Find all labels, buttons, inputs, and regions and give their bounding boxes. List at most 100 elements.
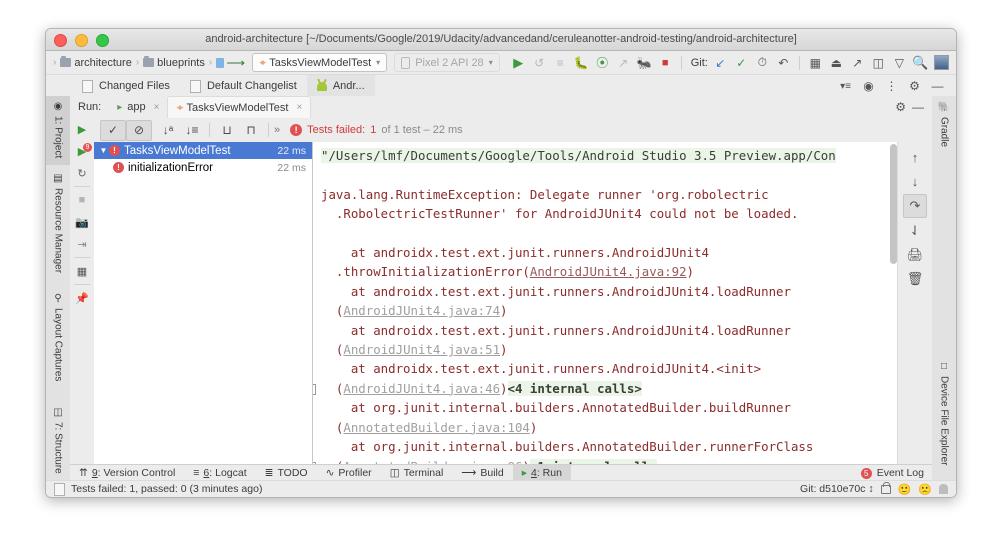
sync-gradle-icon[interactable]: ↗ — [847, 52, 868, 73]
tab-logcat[interactable]: ≡ 6: Logcat — [184, 465, 255, 481]
expand-collapse-icon[interactable]: ◉ — [858, 76, 879, 97]
breadcrumb-label: architecture — [74, 57, 131, 69]
export-test-results-icon[interactable]: ▦ — [70, 260, 94, 282]
breadcrumb-module[interactable] — [215, 58, 225, 68]
test-method-name: initializationError — [128, 162, 213, 174]
stack-frame-link[interactable]: AnnotatedBuilder.java:104 — [343, 420, 530, 435]
table-row[interactable]: ! initializationError 22 ms — [94, 159, 312, 176]
sad-face-icon[interactable]: 🙁 — [918, 483, 932, 496]
stack-frame-link[interactable]: AndroidJUnit4.java:46 — [343, 381, 500, 396]
search-icon[interactable]: 🔍 — [910, 52, 931, 73]
collapse-all-button[interactable]: ⊓ — [239, 121, 263, 140]
import-tests-icon[interactable]: ⇥ — [70, 233, 94, 255]
sort-alphabetically-button[interactable]: ↓ᵃ — [156, 121, 180, 140]
stack-frame-link[interactable]: AndroidJUnit4.java:92 — [530, 264, 687, 279]
tab-run[interactable]: ▸ 4: Run — [513, 465, 571, 481]
test-results-tree[interactable]: ▼ ! TasksViewModelTest 22 ms ! initializ… — [94, 142, 313, 465]
breadcrumb-architecture[interactable]: architecture — [59, 57, 132, 69]
sidebar-item-layout-captures[interactable]: ⚲ Layout Captures — [46, 288, 70, 399]
expand-internal-calls-icon[interactable]: + — [313, 384, 316, 395]
hide-icon[interactable]: — — [927, 76, 948, 97]
tab-version-control[interactable]: ⇈ 9: Version Control — [70, 465, 184, 481]
sidebar-item-device-file-explorer[interactable]: □ Device File Explorer — [932, 356, 956, 493]
avd-manager-icon[interactable]: ⏏ — [826, 52, 847, 73]
tab-build[interactable]: ⟶ Build — [452, 465, 512, 481]
sidebar-item-structure[interactable]: ◫ 7: Structure — [46, 402, 70, 491]
toolbar-overflow-button[interactable]: » — [274, 124, 280, 136]
sdk-manager-icon[interactable]: ▦ — [805, 52, 826, 73]
toggle-auto-test-icon[interactable]: ↻ — [70, 162, 94, 184]
scroll-to-end-button[interactable]: ⇃ — [904, 220, 926, 242]
settings-gear-icon[interactable]: ⚙ — [904, 76, 925, 97]
toggle-toolwindows-icon[interactable] — [54, 483, 65, 496]
build-hammer-icon: ⟶ — [461, 467, 476, 479]
soft-wrap-toggle[interactable]: ↷ — [903, 194, 927, 218]
apply-changes-icon[interactable]: ↺ — [529, 52, 550, 73]
run-with-coverage-icon[interactable]: 🐜 — [634, 52, 655, 73]
diff-icon[interactable]: ⋮ — [881, 76, 902, 97]
stop-icon[interactable]: ■ — [655, 52, 676, 73]
table-row[interactable]: ▼ ! TasksViewModelTest 22 ms — [94, 142, 312, 159]
changelist-tab-changed-files[interactable]: Changed Files — [72, 75, 180, 97]
hammer-icon[interactable]: ⟶ — [225, 52, 246, 73]
pin-tab-icon[interactable]: 📌 — [70, 287, 94, 309]
layout-inspector-icon[interactable]: ◫ — [868, 52, 889, 73]
test-output-console[interactable]: "/Users/lmf/Documents/Google/Tools/Andro… — [313, 142, 898, 465]
internal-calls-label[interactable]: <4 internal calls> — [508, 381, 642, 396]
toolbar-divider — [799, 56, 800, 70]
sidebar-item-project[interactable]: ◉ 1: Project — [46, 96, 70, 165]
sort-by-duration-button[interactable]: ↓≡ — [180, 121, 204, 140]
settings-gear-icon[interactable]: ⚙ — [895, 100, 906, 114]
tab-profiler[interactable]: ∿ Profiler — [317, 465, 381, 481]
rerun-failed-tests-icon[interactable]: ▶9 — [70, 140, 94, 162]
console-line: at org.junit.internal.builders.Annotated… — [313, 437, 898, 456]
console-scrollbar[interactable] — [890, 144, 897, 264]
profile-avatar-icon[interactable] — [931, 52, 952, 73]
happy-face-icon[interactable]: 🙂 — [898, 483, 912, 496]
breadcrumb-blueprints[interactable]: blueprints — [142, 57, 206, 69]
apply-code-changes-icon[interactable]: ≡ — [550, 52, 571, 73]
run-icon[interactable]: ▶ — [508, 52, 529, 73]
terminal-icon: ◫ — [390, 467, 400, 479]
git-branch-widget[interactable]: Git: d510e70c ↕ — [800, 483, 874, 495]
clear-all-button[interactable]: 🗑 — [904, 268, 926, 290]
commit-icon[interactable]: ✓ — [731, 52, 752, 73]
rerun-icon[interactable]: ▶ — [70, 118, 94, 140]
up-the-stack-trace-button[interactable]: ↑ — [904, 146, 926, 168]
chevron-down-icon[interactable]: ▼ — [98, 146, 109, 155]
changelist-tab-default-changelist[interactable]: Default Changelist — [180, 75, 307, 97]
run-tab-app[interactable]: ▸ app × — [109, 96, 167, 118]
event-log-button[interactable]: 5 Event Log — [861, 467, 932, 479]
lock-icon[interactable] — [881, 485, 891, 494]
close-icon[interactable]: × — [296, 102, 302, 113]
device-selector[interactable]: Pixel 2 API 28 ▾ — [394, 53, 500, 72]
profiler-icon[interactable]: ↗ — [613, 52, 634, 73]
down-the-stack-trace-button[interactable]: ↓ — [904, 170, 926, 192]
close-icon[interactable]: × — [154, 102, 160, 113]
sidebar-item-gradle[interactable]: 🐘 Gradle — [932, 96, 956, 163]
sidebar-item-resource-manager[interactable]: ▤ Resource Manager — [46, 168, 70, 285]
hide-window-icon[interactable]: — — [912, 100, 924, 114]
user-avatar-icon[interactable] — [939, 484, 948, 494]
tab-todo[interactable]: ≣ TODO — [256, 465, 317, 481]
stack-frame-link[interactable]: AndroidJUnit4.java:74 — [343, 303, 500, 318]
run-configuration-selector[interactable]: ◂▸ TasksViewModelTest ▾ — [252, 53, 387, 72]
update-project-icon[interactable]: ↙ — [710, 52, 731, 73]
tab-terminal[interactable]: ◫ Terminal — [381, 465, 453, 481]
debug-icon[interactable]: 🐛 — [571, 52, 592, 73]
main-toolbar: › architecture › blueprints › ⟶ ◂▸ Tasks… — [46, 51, 956, 75]
expand-all-button[interactable]: ⊔ — [215, 121, 239, 140]
print-button[interactable]: 🖨 — [904, 244, 926, 266]
show-passed-tests-toggle[interactable]: ✓ — [100, 120, 126, 141]
revert-icon[interactable]: ↶ — [773, 52, 794, 73]
screenshot-icon[interactable]: 📷 — [70, 211, 94, 233]
attach-debugger-icon[interactable]: ⦿ — [592, 52, 613, 73]
changelist-tab-android[interactable]: Andr... — [307, 75, 375, 97]
history-icon[interactable]: ⏱ — [752, 52, 773, 73]
show-ignored-tests-toggle[interactable]: ⊘ — [126, 120, 152, 141]
run-tab-tasksviewmodeltest[interactable]: ◂▸ TasksViewModelTest × — [167, 96, 311, 119]
stack-frame-link[interactable]: AndroidJUnit4.java:51 — [343, 342, 500, 357]
sdk-download-icon[interactable]: ▽ — [889, 52, 910, 73]
group-by-icon[interactable]: ▾≡ — [835, 76, 856, 97]
stop-icon[interactable]: ■ — [70, 189, 94, 211]
